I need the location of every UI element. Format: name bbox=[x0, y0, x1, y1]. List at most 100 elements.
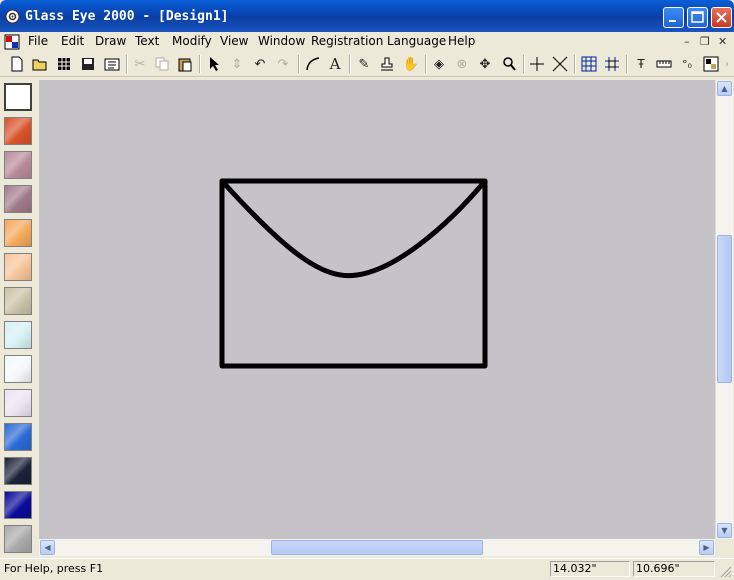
measure-text-button[interactable]: Ŧ bbox=[632, 55, 650, 73]
cut-button[interactable]: ✂ bbox=[131, 55, 149, 73]
glass-swatch-peach[interactable] bbox=[4, 253, 32, 281]
toolbar-separator bbox=[523, 55, 525, 73]
cancel-button[interactable]: ⊗ bbox=[453, 55, 471, 73]
minimize-icon bbox=[669, 20, 676, 22]
new-button[interactable] bbox=[8, 55, 26, 73]
maximize-button[interactable] bbox=[687, 7, 708, 28]
glass-swatch-white-mist[interactable] bbox=[4, 355, 32, 383]
toolbar-separator bbox=[425, 55, 427, 73]
toolbar-separator bbox=[626, 55, 628, 73]
glass-swatch-dark-navy[interactable] bbox=[4, 457, 32, 485]
menu-bar: File Edit Draw Text Modify View Window R… bbox=[0, 32, 734, 52]
menu-view[interactable]: View bbox=[220, 34, 248, 48]
glass-swatch-ice-blue[interactable] bbox=[4, 321, 32, 349]
minimize-button[interactable] bbox=[663, 7, 684, 28]
cut-icon: ✂ bbox=[134, 56, 146, 72]
pencil-icon: ✎ bbox=[358, 56, 370, 72]
redo-icon: ↷ bbox=[277, 56, 289, 72]
curve-icon bbox=[306, 57, 320, 71]
glass-swatch-violet-amber[interactable] bbox=[4, 185, 32, 213]
toolbar-separator bbox=[349, 55, 351, 73]
move-button[interactable]: ✥ bbox=[476, 55, 494, 73]
glass-swatch-lilac-white[interactable] bbox=[4, 389, 32, 417]
scrollbar-corner bbox=[715, 539, 732, 556]
hand-icon: ✋ bbox=[402, 56, 420, 72]
horizontal-scroll-thumb[interactable] bbox=[271, 540, 483, 555]
text-tool-icon: A bbox=[329, 55, 341, 73]
x-line-icon bbox=[552, 56, 568, 72]
pointer-button[interactable] bbox=[205, 55, 223, 73]
node-edit-icon: ⇕ bbox=[231, 56, 243, 72]
scroll-down-button[interactable]: ▼ bbox=[717, 523, 732, 538]
ruler-button[interactable] bbox=[655, 55, 673, 73]
y-coordinate: 10.696" bbox=[633, 561, 715, 577]
menu-registration[interactable]: Registration bbox=[311, 34, 383, 48]
menu-window[interactable]: Window bbox=[258, 34, 305, 48]
node-edit-button[interactable]: ⇕ bbox=[228, 55, 246, 73]
vertical-scrollbar[interactable]: ▲ ▼ bbox=[715, 80, 733, 539]
print-button[interactable] bbox=[103, 55, 121, 73]
paste-button[interactable] bbox=[176, 55, 194, 73]
hand-button[interactable]: ✋ bbox=[402, 55, 420, 73]
menu-language[interactable]: Language bbox=[387, 34, 446, 48]
glass-swatch-white[interactable] bbox=[4, 83, 32, 111]
curve-tool-button[interactable] bbox=[304, 55, 322, 73]
resize-grip-icon[interactable] bbox=[718, 564, 732, 578]
menu-edit[interactable]: Edit bbox=[61, 34, 84, 48]
measure-text-icon: Ŧ bbox=[637, 57, 645, 71]
glass-swatch-orange[interactable] bbox=[4, 219, 32, 247]
scroll-up-button[interactable]: ▲ bbox=[717, 81, 732, 96]
glass-swatch-mauve-amber[interactable] bbox=[4, 151, 32, 179]
glass-swatch-streaky-red-orange[interactable] bbox=[4, 117, 32, 145]
glass-swatch-cobalt-blue[interactable] bbox=[4, 423, 32, 451]
grid-view-button[interactable] bbox=[55, 55, 73, 73]
snap-grid-button[interactable] bbox=[603, 55, 621, 73]
document-icon[interactable] bbox=[4, 34, 20, 50]
zoom-button[interactable] bbox=[500, 55, 518, 73]
toolbar-overflow-button[interactable]: › bbox=[722, 55, 732, 73]
glass-swatch-beige[interactable] bbox=[4, 287, 32, 315]
envelope-flap-curve[interactable] bbox=[219, 178, 488, 279]
menu-file[interactable]: File bbox=[28, 34, 48, 48]
redo-button[interactable]: ↷ bbox=[274, 55, 292, 73]
fill-button[interactable]: ◈ bbox=[430, 55, 448, 73]
drawing-canvas[interactable] bbox=[39, 80, 715, 539]
pencil-button[interactable]: ✎ bbox=[355, 55, 373, 73]
horizontal-scrollbar[interactable]: ◀ ▶ bbox=[39, 539, 715, 556]
grid-icon bbox=[581, 56, 597, 72]
save-icon bbox=[82, 58, 94, 70]
scroll-right-button[interactable]: ▶ bbox=[699, 540, 714, 555]
toolbar-separator bbox=[199, 55, 201, 73]
copy-button[interactable] bbox=[153, 55, 171, 73]
menu-help[interactable]: Help bbox=[448, 34, 475, 48]
scroll-left-button[interactable]: ◀ bbox=[40, 540, 55, 555]
nodes-button[interactable]: °₀ bbox=[678, 55, 696, 73]
move-icon: ✥ bbox=[479, 56, 491, 72]
glass-swatch-navy[interactable] bbox=[4, 491, 32, 519]
paste-icon bbox=[178, 58, 192, 71]
vertical-scroll-thumb[interactable] bbox=[717, 235, 732, 383]
mdi-restore-button[interactable]: ❐ bbox=[700, 35, 710, 48]
mdi-close-button[interactable]: ✕ bbox=[718, 35, 727, 48]
save-button[interactable] bbox=[79, 55, 97, 73]
crosshair-icon bbox=[530, 57, 544, 71]
glass-swatch-grey[interactable] bbox=[4, 525, 32, 553]
layers-button[interactable] bbox=[702, 55, 720, 73]
menu-modify[interactable]: Modify bbox=[172, 34, 212, 48]
undo-button[interactable]: ↶ bbox=[251, 55, 269, 73]
menu-text[interactable]: Text bbox=[135, 34, 159, 48]
chevron-down-icon: ▼ bbox=[721, 526, 728, 535]
x-line-button[interactable] bbox=[551, 55, 569, 73]
stamp-button[interactable] bbox=[378, 55, 396, 73]
grid-button[interactable] bbox=[580, 55, 598, 73]
app-logo-icon bbox=[5, 9, 20, 24]
toolbar-separator bbox=[298, 55, 300, 73]
mdi-minimize-button[interactable]: – bbox=[684, 35, 690, 48]
open-icon bbox=[32, 59, 47, 71]
text-tool-button[interactable]: A bbox=[326, 55, 344, 73]
maximize-icon bbox=[691, 11, 704, 23]
open-button[interactable] bbox=[31, 55, 49, 73]
crosshair-button[interactable] bbox=[528, 55, 546, 73]
close-button[interactable] bbox=[711, 7, 732, 28]
menu-draw[interactable]: Draw bbox=[95, 34, 126, 48]
